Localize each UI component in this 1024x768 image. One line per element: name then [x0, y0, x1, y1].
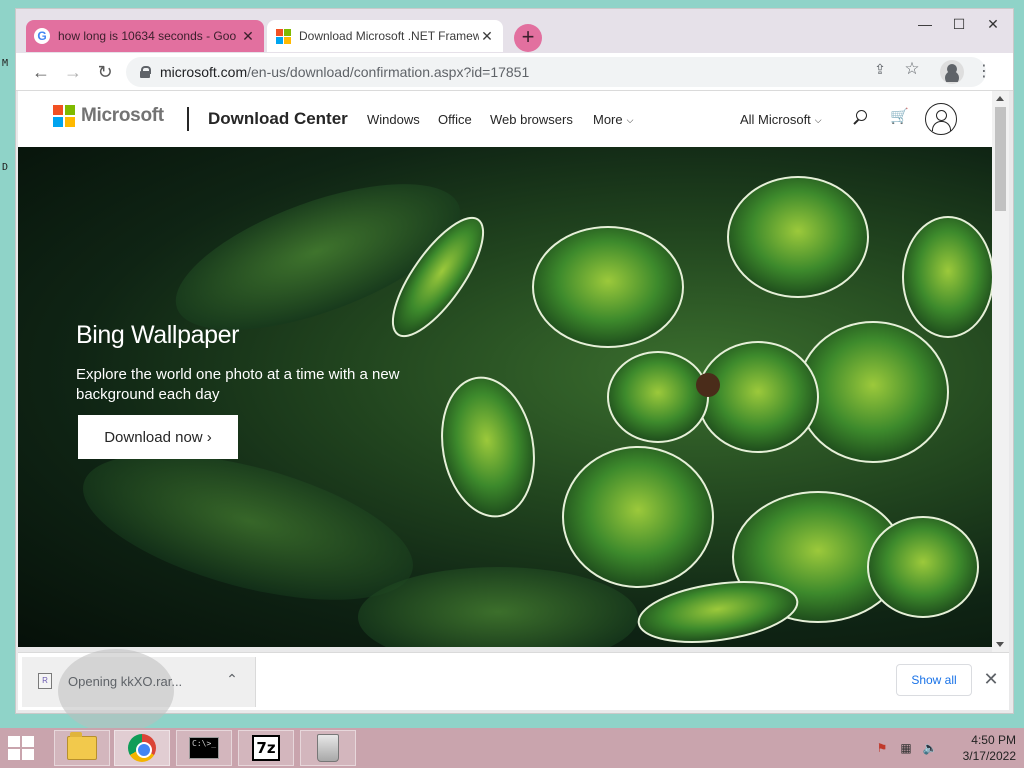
scrollbar-thumb[interactable]	[995, 107, 1006, 211]
scroll-down-arrow-icon[interactable]	[996, 642, 1004, 647]
site-header: Microsoft Download Center Windows Office…	[18, 91, 992, 147]
download-shelf: R Opening kkXO.rar... ⌃ Show all ✕	[18, 649, 1009, 733]
close-window-button[interactable]: ✕	[978, 13, 1008, 35]
tab-strip: G how long is 10634 seconds - Goo ✕ Down…	[16, 9, 1013, 53]
volume-muted-icon[interactable]: 🔈	[922, 740, 938, 756]
search-icon[interactable]	[854, 109, 874, 129]
microsoft-logo-icon	[53, 105, 75, 127]
rar-file-icon: R	[38, 673, 52, 689]
all-microsoft-label: All Microsoft	[740, 112, 811, 127]
start-button[interactable]	[8, 736, 38, 762]
download-item[interactable]: R Opening kkXO.rar... ⌃	[22, 649, 256, 733]
taskbar-chrome[interactable]	[114, 730, 170, 766]
reload-button[interactable]: ↻	[92, 59, 118, 85]
nav-windows[interactable]: Windows	[367, 112, 420, 127]
nav-web-browsers[interactable]: Web browsers	[490, 112, 573, 127]
bookmark-star-icon[interactable]: ☆	[902, 59, 922, 79]
close-shelf-icon[interactable]: ✕	[980, 667, 1002, 691]
microsoft-logo[interactable]: Microsoft	[53, 105, 164, 127]
nav-office[interactable]: Office	[438, 112, 472, 127]
google-icon: G	[34, 28, 50, 44]
profile-avatar-icon[interactable]	[940, 60, 964, 84]
recycle-bin-icon	[317, 734, 339, 762]
tab-title: Download Microsoft .NET Framew	[299, 29, 479, 43]
desktop-edge-glyph-top: M	[2, 58, 9, 69]
hero-banner: Bing Wallpaper Explore the world one pho…	[18, 147, 992, 647]
taskbar-file-explorer[interactable]	[54, 730, 110, 766]
chevron-up-icon[interactable]: ⌃	[222, 671, 242, 691]
tab-download-dotnet[interactable]: Download Microsoft .NET Framew ✕	[267, 20, 503, 52]
windows-logo-icon	[8, 736, 20, 747]
clock-date: 3/17/2022	[962, 749, 1016, 763]
tab-google-search[interactable]: G how long is 10634 seconds - Goo ✕	[26, 20, 264, 52]
cart-icon[interactable]: 🛒	[890, 107, 910, 127]
system-clock[interactable]: 4:50 PM 3/17/2022	[946, 732, 1016, 764]
page-scrollbar[interactable]	[992, 91, 1009, 652]
download-progress-indicator	[58, 649, 174, 733]
chevron-down-icon: ⌵	[814, 115, 822, 126]
all-microsoft-menu[interactable]: All Microsoft ⌵	[740, 112, 822, 127]
chrome-icon	[128, 734, 156, 762]
nav-more[interactable]: More ⌵	[593, 112, 633, 127]
download-item-label: Opening kkXO.rar...	[68, 674, 183, 689]
share-icon[interactable]: ⇪	[870, 59, 890, 79]
network-icon[interactable]: ▦	[898, 740, 914, 756]
taskbar-recycle-bin[interactable]	[300, 730, 356, 766]
microsoft-icon	[275, 28, 291, 44]
download-center-link[interactable]: Download Center	[208, 109, 348, 129]
taskbar: C:\>_ 7z ⚑ ▦ 🔈 4:50 PM 3/17/2022	[0, 728, 1024, 768]
tab-title: how long is 10634 seconds - Goo	[58, 29, 237, 43]
forward-button[interactable]: →	[60, 59, 86, 85]
url-text[interactable]: microsoft.com/en-us/download/confirmatio…	[160, 64, 529, 80]
minimize-button[interactable]: —	[910, 13, 940, 35]
show-all-button[interactable]: Show all	[896, 664, 972, 696]
taskbar-7zip[interactable]: 7z	[238, 730, 294, 766]
hero-description: Explore the world one photo at a time wi…	[76, 366, 400, 403]
scroll-up-arrow-icon[interactable]	[996, 96, 1004, 101]
address-bar[interactable]: microsoft.com/en-us/download/confirmatio…	[126, 57, 986, 87]
maximize-button[interactable]: ☐	[944, 13, 974, 35]
brand-name: Microsoft	[81, 105, 164, 126]
action-center-flag-icon[interactable]: ⚑	[874, 740, 890, 756]
lock-icon[interactable]	[140, 66, 151, 78]
tab-close-icon[interactable]: ✕	[240, 28, 256, 45]
browser-menu-icon[interactable]: ⋮	[976, 61, 992, 83]
terminal-icon: C:\>_	[189, 737, 219, 759]
header-divider	[187, 107, 189, 131]
hero-title: Bing Wallpaper	[76, 321, 240, 349]
clock-time: 4:50 PM	[971, 733, 1016, 747]
taskbar-command-prompt[interactable]: C:\>_	[176, 730, 232, 766]
download-now-button[interactable]: Download now ›	[78, 415, 238, 459]
chevron-down-icon: ⌵	[626, 115, 634, 126]
nav-more-label: More	[593, 112, 623, 127]
7zip-icon: 7z	[252, 735, 280, 761]
desktop-edge-glyph-bottom: D	[2, 162, 9, 173]
tab-close-icon[interactable]: ✕	[479, 28, 495, 45]
browser-toolbar: ← → ↻ microsoft.com/en-us/download/confi…	[16, 53, 1013, 91]
back-button[interactable]: ←	[28, 59, 54, 85]
browser-window: G how long is 10634 seconds - Goo ✕ Down…	[15, 8, 1014, 733]
page-viewport: Microsoft Download Center Windows Office…	[18, 91, 992, 647]
new-tab-button[interactable]: +	[514, 24, 542, 52]
account-icon[interactable]	[925, 103, 957, 135]
folder-icon	[67, 732, 97, 760]
